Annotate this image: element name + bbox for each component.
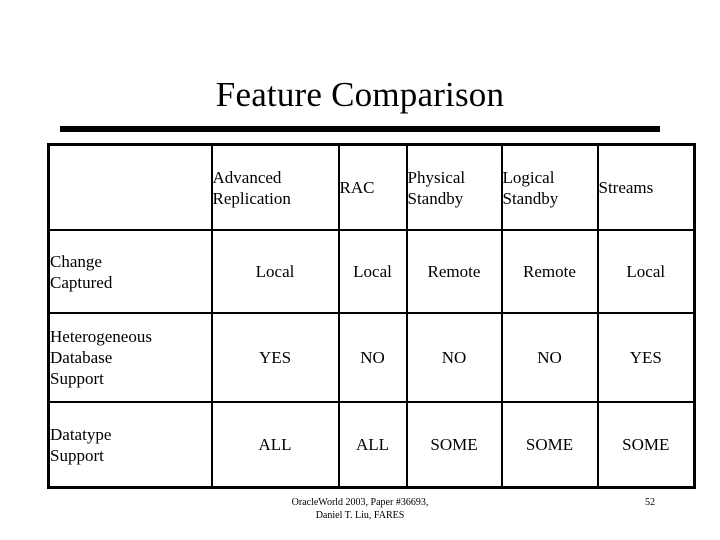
table-header-row: Advanced Replication RAC Physical Standb… <box>47 143 696 231</box>
row-label-change-captured: Change Captured <box>47 229 213 314</box>
column-header-physical-standby: Physical Standby <box>405 143 503 231</box>
row-label-line-2: Database <box>50 348 113 367</box>
row-label-datatype-support: Datatype Support <box>47 401 213 489</box>
footer-credit-line-1: OracleWorld 2003, Paper #36693, <box>291 497 429 508</box>
feature-comparison-table: Advanced Replication RAC Physical Standb… <box>47 143 696 489</box>
column-header-advanced-replication: Advanced Replication <box>210 143 340 231</box>
table-row: Change Captured Local Local Remote Remot… <box>47 229 696 314</box>
column-header-line-1: RAC <box>339 178 375 197</box>
column-header-line-2: Standby <box>407 188 464 208</box>
column-header-line-1: Advanced <box>212 167 282 187</box>
footer-credit-line-2: Daniel T. Liu, FARES <box>315 510 405 521</box>
row-label-line-1: Change <box>50 251 102 271</box>
cell-heterogeneous-rac: NO <box>337 312 408 403</box>
cell-change-captured-physical-standby: Remote <box>405 229 503 314</box>
column-header-line-1: Streams <box>598 178 654 197</box>
cell-change-captured-streams: Local <box>596 229 696 314</box>
cell-datatype-streams: SOME <box>596 401 696 489</box>
cell-datatype-logical-standby: SOME <box>500 401 599 489</box>
column-header-line-1: Physical <box>407 167 466 187</box>
cell-heterogeneous-logical-standby: NO <box>500 312 599 403</box>
footer-credit: OracleWorld 2003, Paper #36693, Daniel T… <box>0 496 720 522</box>
row-label-line-3: Support <box>50 369 104 388</box>
cell-change-captured-rac: Local <box>337 229 408 314</box>
cell-heterogeneous-streams: YES <box>596 312 696 403</box>
table-corner-cell <box>47 143 213 231</box>
column-header-streams: Streams <box>596 143 696 231</box>
cell-change-captured-advanced-replication: Local <box>210 229 340 314</box>
cell-heterogeneous-advanced-replication: YES <box>210 312 340 403</box>
cell-datatype-physical-standby: SOME <box>405 401 503 489</box>
row-label-line-2: Captured <box>50 272 113 292</box>
row-label-line-1: Heterogeneous <box>50 327 152 346</box>
cell-datatype-rac: ALL <box>337 401 408 489</box>
table-row: Heterogeneous Database Support YES NO NO… <box>47 312 696 403</box>
row-label-line-1: Datatype <box>50 424 112 444</box>
row-label-line-2: Support <box>50 445 104 465</box>
page-title: Feature Comparison <box>215 75 505 114</box>
column-header-line-2: Standby <box>502 188 559 208</box>
cell-heterogeneous-physical-standby: NO <box>405 312 503 403</box>
column-header-logical-standby: Logical Standby <box>500 143 599 231</box>
column-header-line-2: Replication <box>212 188 291 208</box>
cell-change-captured-logical-standby: Remote <box>500 229 599 314</box>
row-label-heterogeneous-database-support: Heterogeneous Database Support <box>47 312 213 403</box>
column-header-rac: RAC <box>337 143 408 231</box>
title-divider-rule <box>60 126 660 132</box>
cell-datatype-advanced-replication: ALL <box>210 401 340 489</box>
column-header-line-1: Logical <box>502 167 555 187</box>
page-number: 52 <box>645 497 655 508</box>
table-row: Datatype Support ALL ALL SOME SOME SOME <box>47 401 696 489</box>
